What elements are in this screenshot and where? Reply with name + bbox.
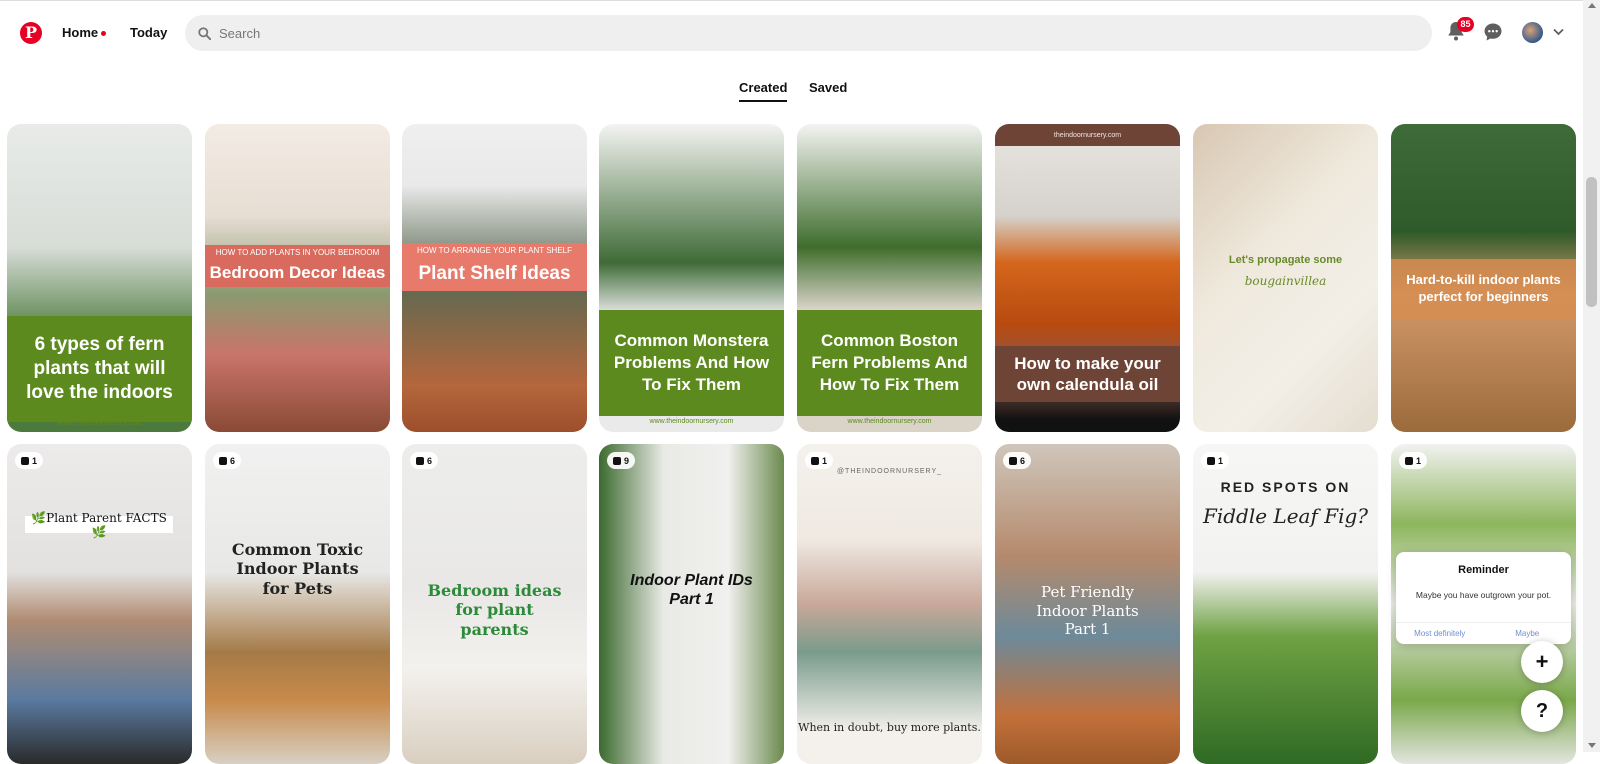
pin-caption: Common Boston Fern Problems And How To F… [797, 310, 982, 416]
reminder-popup: Reminder Maybe you have outgrown your po… [1396, 552, 1571, 644]
search-icon [198, 26, 211, 40]
pin-caption: Hard-to-kill indoor plants perfect for b… [1391, 259, 1576, 319]
top-nav-bar: P Home Today 85 [0, 0, 1600, 66]
pin-top-text: RED SPOTS ON [1220, 479, 1351, 495]
home-notification-dot [101, 31, 106, 36]
pin-caption: Common Toxic Indoor Plants for Pets [231, 540, 364, 598]
pin-card[interactable]: Hard-to-kill indoor plants perfect for b… [1391, 124, 1576, 432]
scrollbar-thumb[interactable] [1586, 177, 1597, 307]
pin-card[interactable]: 6 Bedroom ideas for plant parents [402, 444, 587, 764]
pin-card[interactable]: theindoornursery.com How to make your ow… [995, 124, 1180, 432]
pin-card[interactable]: HOW TO ADD PLANTS IN YOUR BEDROOM Bedroo… [205, 124, 390, 432]
search-bar[interactable] [185, 15, 1432, 51]
multi-image-icon [1009, 456, 1017, 465]
pin-card[interactable]: Common Boston Fern Problems And How To F… [797, 124, 982, 432]
reminder-maybe-button[interactable]: Maybe [1484, 623, 1572, 644]
reminder-title: Reminder [1458, 564, 1509, 576]
search-input[interactable] [219, 25, 1399, 41]
help-button[interactable]: ? [1521, 690, 1563, 732]
pin-caption: 🌿Plant Parent FACTS🌿 [25, 511, 173, 539]
page-scrollbar[interactable] [1583, 0, 1600, 752]
nav-home-link[interactable]: Home [62, 25, 98, 40]
pin-card[interactable]: 1 RED SPOTS ON Fiddle Leaf Fig? [1193, 444, 1378, 764]
user-avatar[interactable] [1522, 22, 1543, 43]
pin-url-text: www.theindoornursery.com [57, 420, 142, 427]
multi-image-icon [219, 456, 227, 465]
pin-image-count: 6 [410, 452, 439, 469]
chevron-down-icon[interactable] [1553, 28, 1564, 36]
pin-caption: When in doubt, buy more plants. [798, 720, 981, 734]
tab-saved[interactable]: Saved [809, 80, 847, 100]
pin-caption: 6 types of fern plants that will love th… [7, 316, 192, 422]
pin-image-count: 1 [15, 452, 44, 469]
pin-caption: Indoor Plant IDs Part 1 [630, 571, 753, 608]
reminder-message: Maybe you have outgrown your pot. [1415, 590, 1552, 600]
pin-card[interactable]: 6 types of fern plants that will love th… [7, 124, 192, 432]
multi-image-icon [416, 456, 424, 465]
pin-card[interactable]: Let's propagate some bougainvillea [1193, 124, 1378, 432]
scroll-up-arrow-icon[interactable] [1588, 3, 1596, 8]
pin-caption: Bedroom Decor Ideas [205, 259, 390, 287]
pin-caption: Pet Friendly Indoor Plants Part 1 [1036, 582, 1139, 639]
pin-image-count: 1 [1399, 452, 1428, 469]
multi-image-icon [1405, 456, 1413, 465]
pin-subtitle: HOW TO ARRANGE YOUR PLANT SHELF [402, 243, 587, 257]
multi-image-icon [613, 456, 621, 465]
pin-card[interactable]: Common Monstera Problems And How To Fix … [599, 124, 784, 432]
scroll-down-arrow-icon[interactable] [1588, 743, 1596, 748]
profile-tabs: Created Saved [0, 66, 1583, 120]
pin-image-count: 1 [1201, 452, 1230, 469]
pin-subtitle: HOW TO ADD PLANTS IN YOUR BEDROOM [205, 245, 390, 259]
pin-top-url: theindoornursery.com [995, 124, 1180, 146]
reminder-yes-button[interactable]: Most definitely [1396, 623, 1484, 644]
pin-url-text: www.theindoornursery.com [649, 418, 734, 425]
pin-card[interactable]: 1 🌿Plant Parent FACTS🌿 [7, 444, 192, 764]
pin-caption: Bedroom ideas for plant parents [427, 581, 562, 639]
pin-caption: Plant Shelf Ideas [402, 257, 587, 291]
pin-card[interactable]: HOW TO ARRANGE YOUR PLANT SHELF Plant Sh… [402, 124, 587, 432]
pin-image-count: 6 [213, 452, 242, 469]
multi-image-icon [1207, 456, 1215, 465]
messages-icon[interactable] [1483, 22, 1503, 42]
multi-image-icon [21, 456, 29, 465]
pinterest-logo-icon[interactable]: P [20, 22, 42, 44]
pin-caption: Let's propagate some [1228, 254, 1343, 266]
pin-image-count: 6 [1003, 452, 1032, 469]
pin-caption: Fiddle Leaf Fig? [1202, 504, 1369, 528]
create-plus-button[interactable]: + [1521, 641, 1563, 683]
pin-card[interactable]: 6 Pet Friendly Indoor Plants Part 1 [995, 444, 1180, 764]
pin-card[interactable]: 6 Common Toxic Indoor Plants for Pets [205, 444, 390, 764]
pin-url-text: www.theindoornursery.com [847, 418, 932, 425]
tab-created[interactable]: Created [739, 80, 788, 102]
nav-today-link[interactable]: Today [130, 25, 167, 40]
pin-image-count: 9 [607, 452, 636, 469]
pin-caption: Common Monstera Problems And How To Fix … [599, 310, 784, 416]
pin-top-text: @THEINDOORNURSERY_ [836, 467, 943, 475]
pin-caption: How to make your own calendula oil [995, 346, 1180, 402]
pin-script-text: bougainvillea [1244, 274, 1327, 288]
pin-card[interactable]: 1 @THEINDOORNURSERY_ When in doubt, buy … [797, 444, 982, 764]
pin-card[interactable]: 9 Indoor Plant IDs Part 1 [599, 444, 784, 764]
notification-count-badge: 85 [1457, 17, 1474, 32]
